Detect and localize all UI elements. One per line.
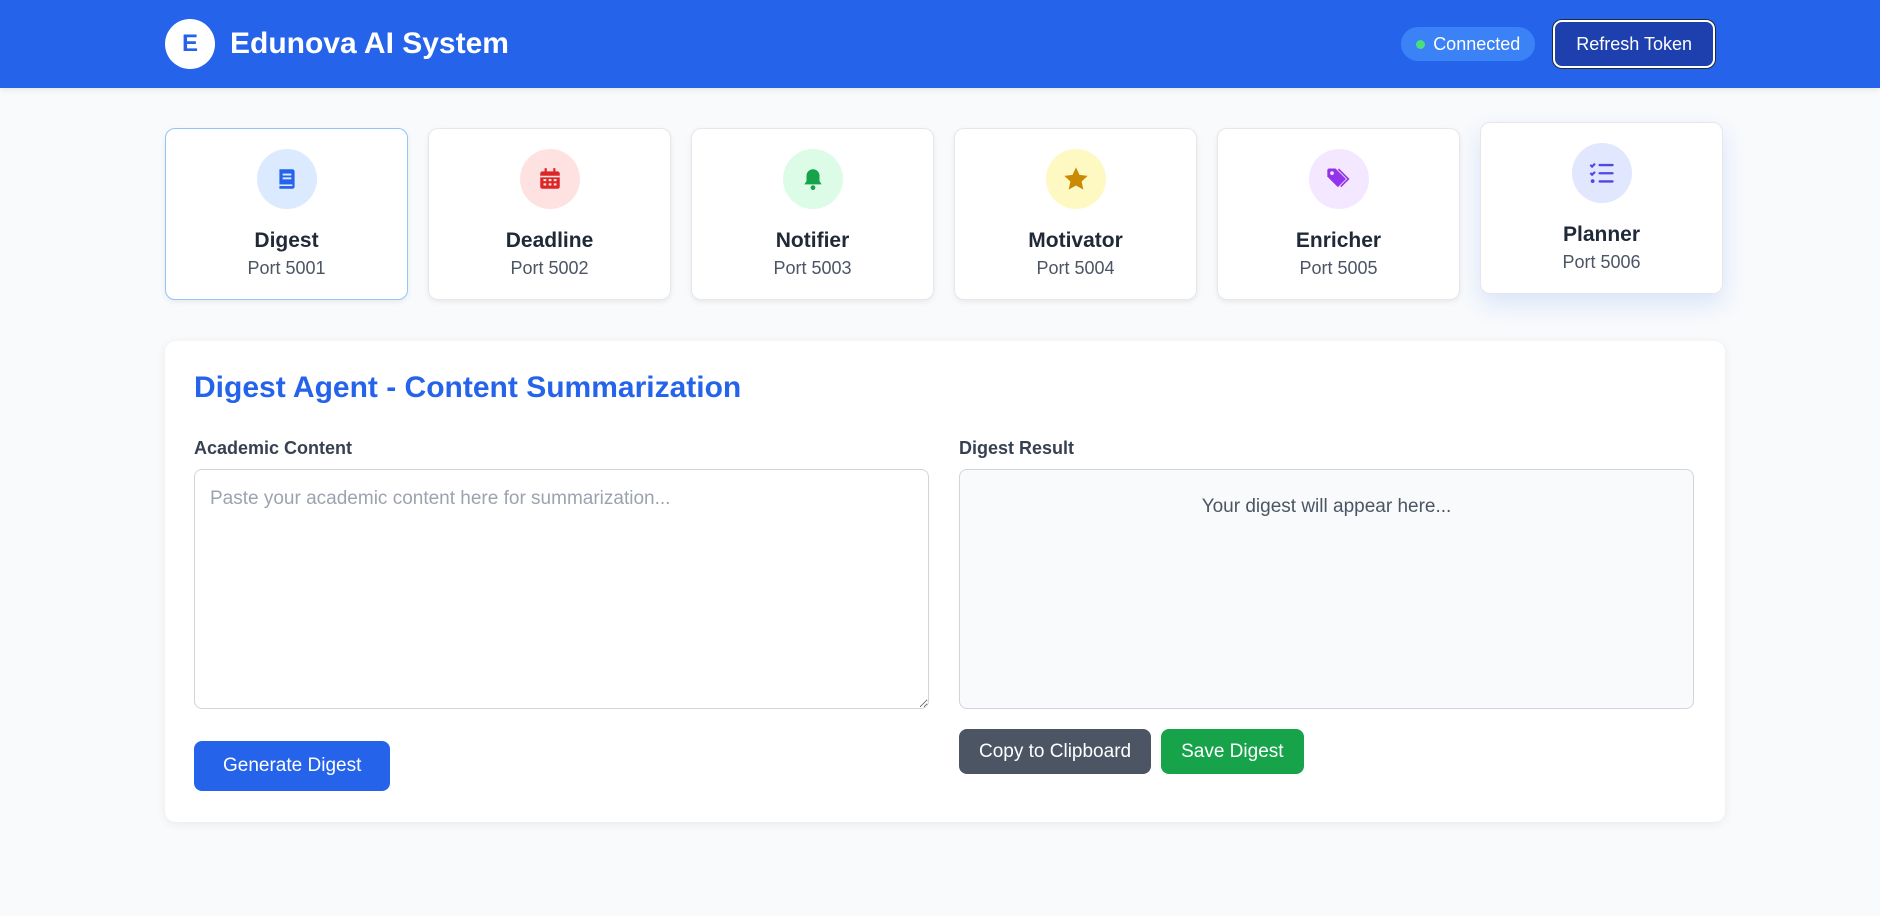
card-icon-wrap — [519, 149, 580, 209]
app-header: E Edunova AI System Connected Refresh To… — [0, 0, 1880, 88]
input-column: Academic Content Generate Digest — [194, 438, 929, 791]
save-digest-button[interactable]: Save Digest — [1161, 729, 1304, 774]
calendar-icon — [539, 168, 560, 189]
result-column: Digest Result Your digest will appear he… — [959, 438, 1694, 791]
copy-to-clipboard-button[interactable]: Copy to Clipboard — [959, 729, 1152, 774]
agent-card-planner[interactable]: Planner Port 5006 — [1480, 122, 1723, 294]
tasks-icon — [1589, 162, 1614, 184]
generate-digest-button[interactable]: Generate Digest — [194, 741, 391, 791]
agent-port: Port 5002 — [510, 258, 589, 278]
agent-port: Port 5004 — [1036, 258, 1115, 278]
agent-name: Notifier — [775, 229, 850, 252]
agent-port: Port 5001 — [247, 258, 326, 278]
result-actions: Copy to Clipboard Save Digest — [959, 729, 1694, 774]
agent-port: Port 5006 — [1562, 252, 1641, 272]
panel-columns: Academic Content Generate Digest Digest … — [194, 438, 1696, 791]
card-icon-wrap — [256, 149, 317, 209]
book-icon — [278, 169, 295, 189]
card-icon-wrap — [782, 149, 843, 209]
app-title: Edunova AI System — [230, 27, 509, 60]
digest-result-label: Digest Result — [959, 438, 1075, 458]
card-icon-wrap — [1308, 149, 1369, 209]
star-icon — [1063, 167, 1088, 190]
app-logo: E — [165, 19, 215, 69]
status-dot-icon — [1416, 39, 1426, 49]
agent-card-motivator[interactable]: Motivator Port 5004 — [954, 128, 1197, 300]
card-icon-wrap — [1571, 143, 1632, 203]
card-icon-wrap — [1045, 149, 1106, 209]
digest-result-placeholder: Your digest will appear here... — [1201, 496, 1452, 517]
agent-cards: Digest Port 5001 Deadline Port 5002 Noti… — [165, 122, 1723, 300]
academic-content-input[interactable] — [194, 469, 929, 709]
bell-icon — [803, 169, 822, 191]
agent-name: Motivator — [1028, 229, 1123, 252]
agent-port: Port 5003 — [773, 258, 852, 278]
digest-panel: Digest Agent - Content Summarization Aca… — [165, 341, 1725, 822]
agent-card-notifier[interactable]: Notifier Port 5003 — [691, 128, 934, 300]
academic-content-label: Academic Content — [194, 438, 353, 458]
agent-name: Digest — [254, 229, 319, 252]
header-actions: Connected Refresh Token — [1401, 20, 1715, 68]
panel-title: Digest Agent - Content Summarization — [194, 371, 742, 404]
agent-card-digest[interactable]: Digest Port 5001 — [165, 128, 408, 300]
digest-result-box: Your digest will appear here... — [959, 469, 1694, 709]
agent-name: Deadline — [505, 229, 594, 252]
agent-name: Enricher — [1295, 229, 1382, 252]
refresh-token-button[interactable]: Refresh Token — [1553, 20, 1715, 68]
agent-card-deadline[interactable]: Deadline Port 5002 — [428, 128, 671, 300]
connection-status-text: Connected — [1433, 33, 1521, 54]
agent-port: Port 5005 — [1299, 258, 1378, 278]
tags-icon — [1326, 168, 1349, 188]
connection-status-badge: Connected — [1401, 27, 1536, 61]
agent-card-enricher[interactable]: Enricher Port 5005 — [1217, 128, 1460, 300]
agent-name: Planner — [1562, 223, 1641, 246]
brand: E Edunova AI System — [165, 19, 509, 69]
